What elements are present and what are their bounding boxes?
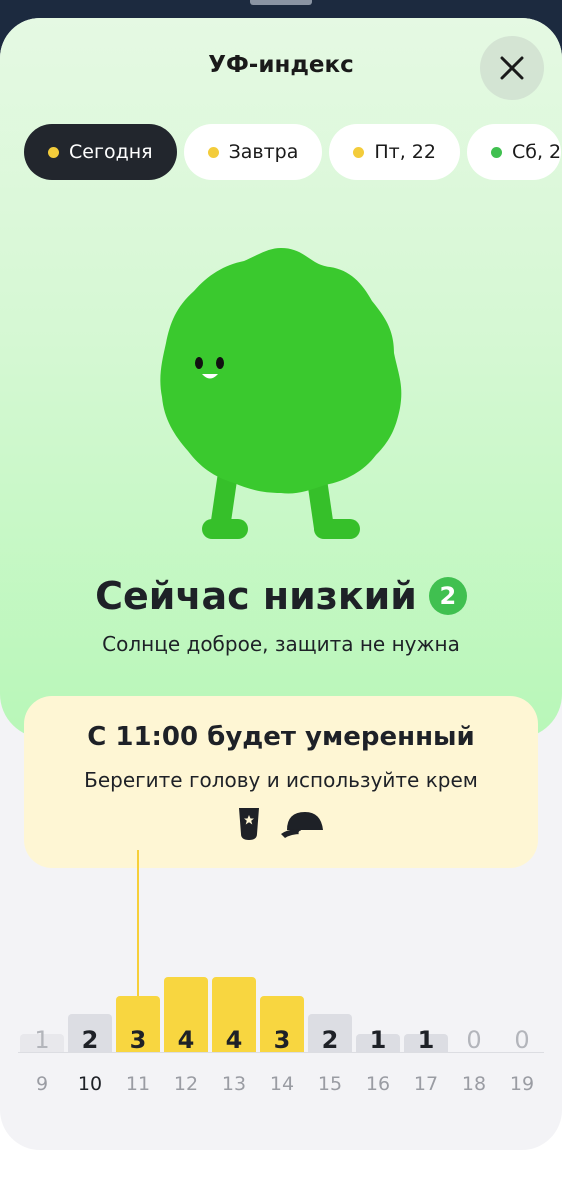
uv-bar-value: 4: [225, 1026, 243, 1054]
uv-bar-value: 3: [129, 1026, 147, 1054]
tab-label: Пт, 22: [374, 141, 436, 163]
hour-label: 15: [317, 1073, 343, 1095]
hour-label: 17: [413, 1073, 439, 1095]
uv-bar-value: 2: [81, 1026, 99, 1054]
uv-dot-icon: [48, 146, 59, 158]
hour-label: 10: [77, 1073, 103, 1095]
current-uv-advice: Солнце доброе, защита не нужна: [102, 632, 460, 656]
tab-today[interactable]: Сегодня: [24, 124, 177, 180]
notice-text: Берегите голову и используйте крем: [84, 768, 478, 792]
tab-label: Сб, 2: [511, 141, 562, 163]
hour-label: 14: [269, 1073, 295, 1095]
uv-mascot-illustration: [160, 248, 402, 539]
close-button[interactable]: [480, 36, 544, 100]
uv-dot-icon: [207, 146, 219, 158]
current-uv-text: Сейчас низкий: [95, 574, 417, 618]
uv-bar-value: 1: [417, 1026, 435, 1054]
uv-bar-value: 4: [177, 1026, 195, 1054]
hero-panel: УФ-индекс Сегодня Завтра Пт, 22 Сб, 2 Се…: [0, 18, 562, 738]
uv-bar-value: 1: [34, 1026, 50, 1054]
close-icon: [500, 56, 524, 80]
hour-label: 16: [365, 1073, 391, 1095]
uv-bar-value: 0: [466, 1026, 482, 1054]
tab-label: Сегодня: [69, 141, 153, 163]
sunscreen-icon: [239, 808, 259, 840]
forecast-notice-card: С 11:00 будет умеренный Берегите голову …: [24, 696, 538, 868]
notice-icons: [24, 806, 538, 842]
uv-index-sheet: УФ-индекс Сегодня Завтра Пт, 22 Сб, 2 Се…: [0, 18, 562, 1150]
tab-tomorrow[interactable]: Завтра: [183, 124, 323, 180]
page-title: УФ-индекс: [208, 52, 354, 78]
hour-label: 19: [509, 1073, 535, 1095]
day-tabs: Сегодня Завтра Пт, 22 Сб, 2: [24, 124, 562, 180]
tab-friday[interactable]: Пт, 22: [329, 124, 460, 180]
uv-bar-value: 0: [514, 1026, 530, 1054]
uv-bar-value: 3: [273, 1026, 291, 1054]
uv-dot-icon: [353, 146, 365, 158]
sheet-grabber[interactable]: [250, 0, 312, 5]
uv-dot-icon: [490, 146, 502, 158]
uv-bar-value: 1: [369, 1026, 387, 1054]
current-uv-badge: 2: [428, 577, 467, 615]
hour-label: 9: [35, 1073, 49, 1095]
hour-label: 11: [125, 1073, 151, 1095]
uv-bar-value: 2: [321, 1026, 339, 1054]
hour-label: 18: [461, 1073, 487, 1095]
hour-label: 12: [173, 1073, 199, 1095]
notice-title: С 11:00 будет умеренный: [87, 722, 475, 752]
current-uv-headline: Сейчас низкий 2: [0, 574, 562, 618]
tab-label: Завтра: [228, 141, 299, 163]
cap-icon: [281, 812, 323, 838]
notice-pointer-line: [137, 850, 139, 1000]
tab-saturday[interactable]: Сб, 2: [466, 124, 562, 180]
hour-label: 13: [221, 1073, 247, 1095]
